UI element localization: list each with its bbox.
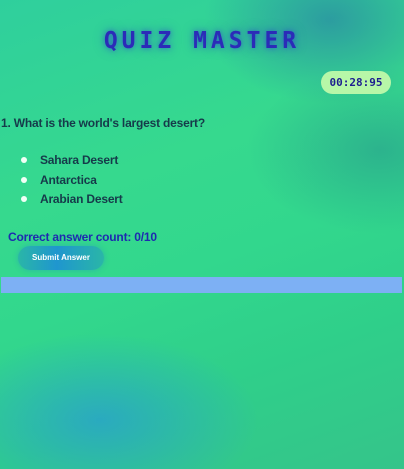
answer-list: Sahara Desert Antarctica Arabian Desert <box>0 153 123 212</box>
app-title: QUIZ MASTER <box>103 28 301 54</box>
bullet-icon <box>21 157 27 163</box>
answer-label: Sahara Desert <box>40 153 119 167</box>
bullet-icon <box>21 176 27 183</box>
answer-label: Arabian Desert <box>40 192 123 206</box>
timer-badge: 00:28:95 <box>321 71 391 94</box>
answer-option[interactable]: Sahara Desert <box>0 153 123 173</box>
submit-answer-button[interactable]: Submit Answer <box>18 246 104 270</box>
answer-option[interactable]: Antarctica <box>0 173 123 193</box>
progress-bar <box>1 277 402 293</box>
question-text: 1. What is the world's largest desert? <box>1 116 205 130</box>
bullet-icon <box>21 196 27 202</box>
score-text: Correct answer count: 0/10 <box>8 230 157 244</box>
answer-option[interactable]: Arabian Desert <box>0 192 123 212</box>
answer-label: Antarctica <box>40 172 97 187</box>
